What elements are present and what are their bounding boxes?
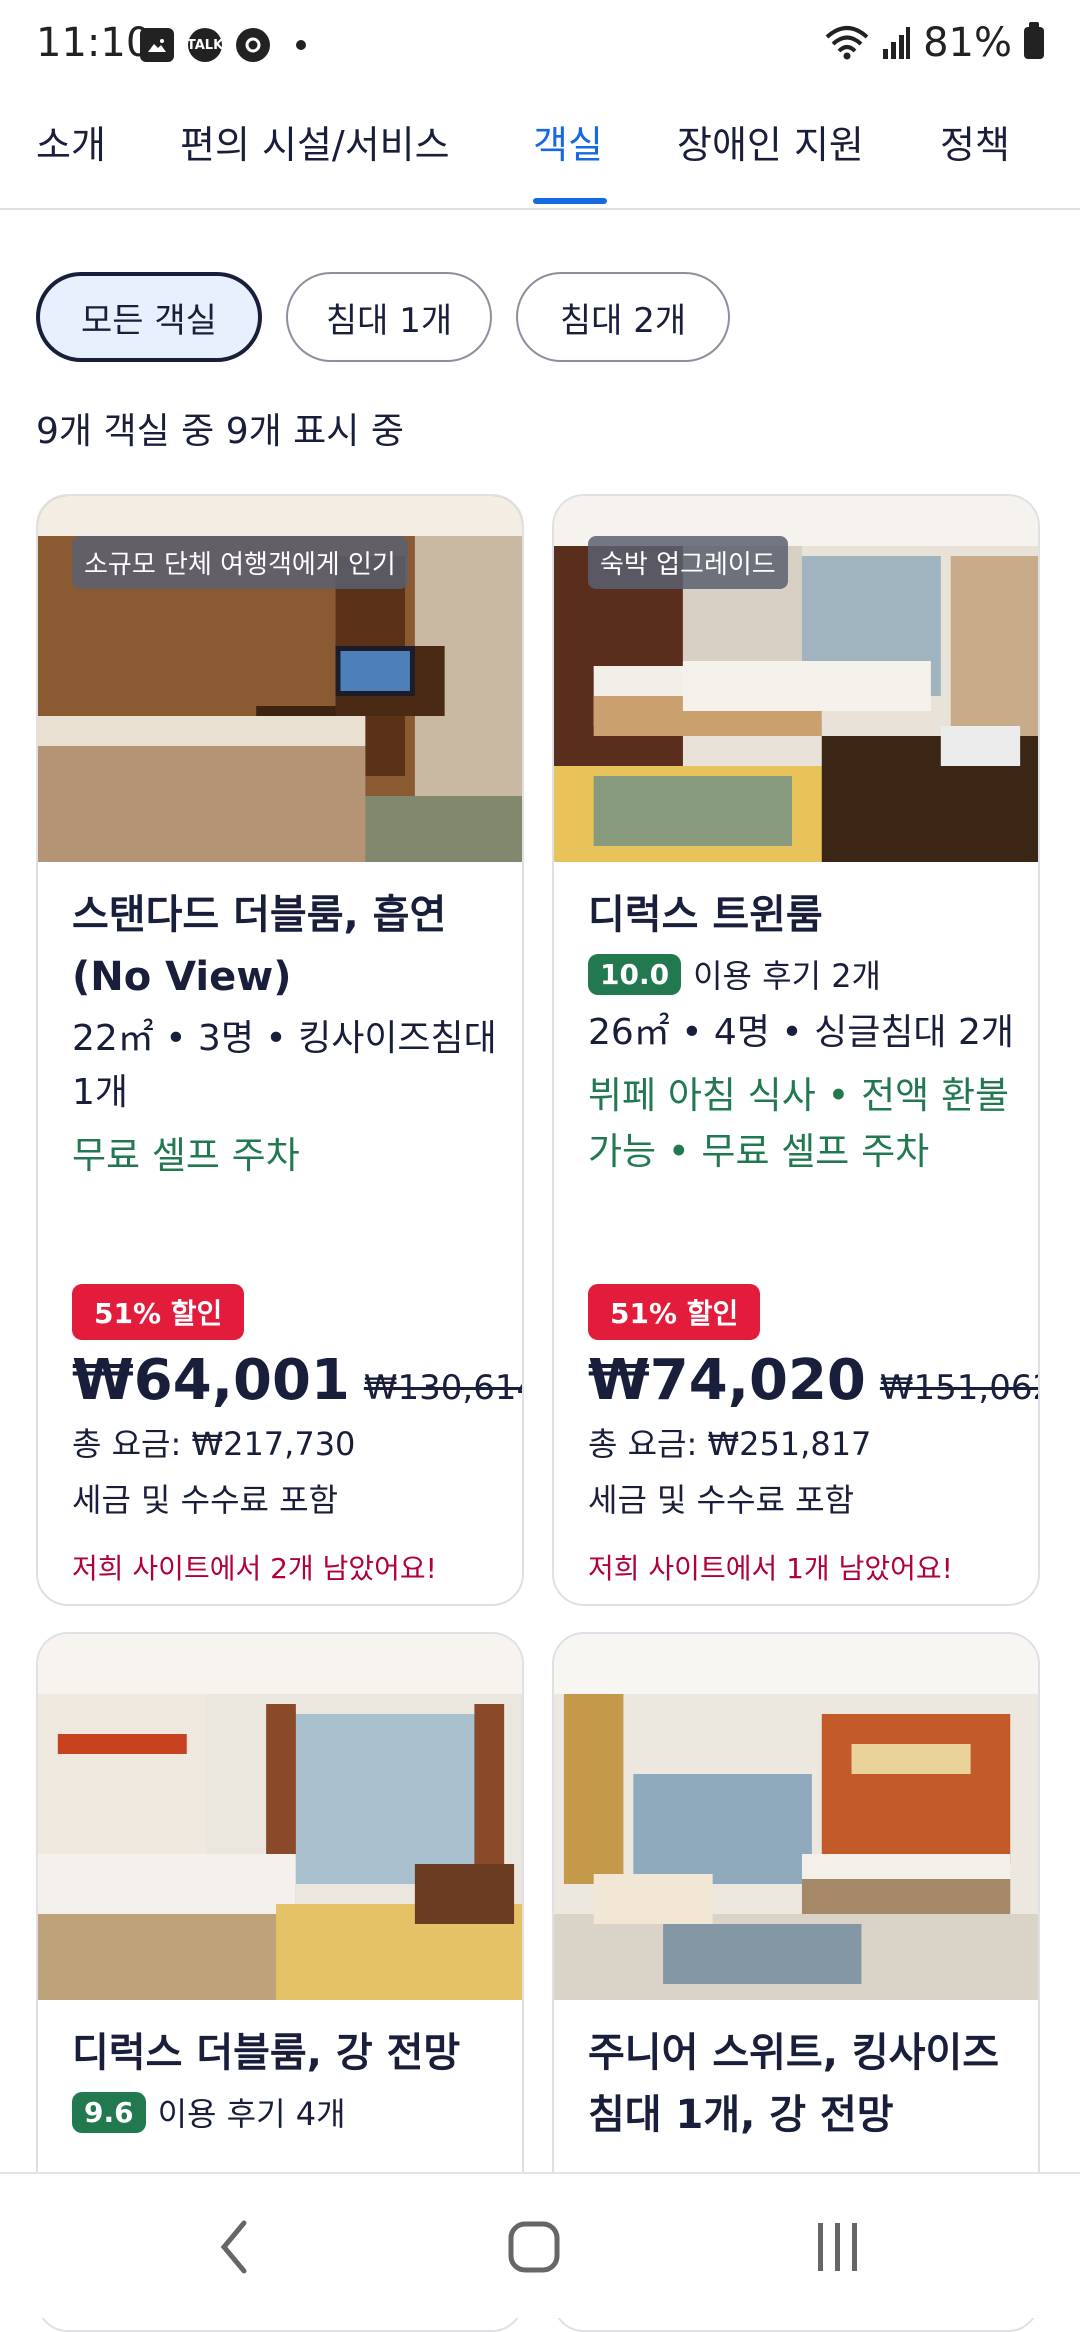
- system-nav-bar: [0, 2172, 1080, 2318]
- rating-row: 10.0 이용 후기 2개: [588, 946, 1018, 1002]
- review-count[interactable]: 이용 후기 2개: [693, 951, 881, 997]
- price-block: 51% 할인 ₩74,020 ₩151,062 총 요금: ₩251,817 세…: [588, 1284, 1038, 1587]
- availability-note: 저희 사이트에서 1개 남았어요!: [588, 1552, 953, 1585]
- rating-score: 9.6: [72, 2091, 146, 2133]
- price-row: ₩64,001 ₩130,614: [72, 1348, 522, 1413]
- room-photo[interactable]: 소규모 단체 여행객에게 인기: [38, 496, 522, 862]
- battery-percent: 81%: [923, 20, 1012, 66]
- total-price: 총 요금: ₩217,730: [72, 1425, 356, 1463]
- taxes-note: 세금 및 수수료 포함: [72, 1481, 339, 1519]
- battery-icon: [1024, 22, 1044, 59]
- room-title: 주니어 스위트, 킹사이즈침대 1개, 강 전망: [588, 2030, 1000, 2138]
- section-tabs: 소개 편의 시설/서비스 객실 장애인 지원 정책: [0, 100, 1080, 210]
- review-count[interactable]: 이용 후기 4개: [158, 2089, 346, 2135]
- discount-badge: 51% 할인: [72, 1284, 245, 1340]
- room-photo-illustration: [554, 1634, 1038, 2000]
- rating-score: 10.0: [588, 953, 682, 995]
- room-details: 디럭스 더블룸, 강 전망 9.6 이용 후기 4개: [72, 2022, 502, 2140]
- price-block: 51% 할인 ₩64,001 ₩130,614 총 요금: ₩217,730 세…: [72, 1284, 522, 1587]
- price-row: ₩74,020 ₩151,062: [588, 1348, 1038, 1413]
- home-button[interactable]: [494, 2212, 574, 2282]
- availability-note: 저희 사이트에서 2개 남았어요!: [72, 1552, 437, 1585]
- tab-amenities[interactable]: 편의 시설/서비스: [180, 114, 450, 169]
- active-tab-indicator: [533, 198, 607, 204]
- tab-rooms[interactable]: 객실: [533, 114, 603, 169]
- room-filters: 모든 객실 침대 1개 침대 2개: [36, 272, 730, 362]
- room-title: 디럭스 더블룸, 강 전망: [72, 2030, 461, 2076]
- recent-apps-button[interactable]: [798, 2212, 878, 2282]
- status-bar: 11:10 TALK 81%: [0, 0, 1080, 92]
- back-icon: [220, 2220, 247, 2274]
- filter-one-bed[interactable]: 침대 1개: [286, 272, 492, 362]
- filter-two-beds[interactable]: 침대 2개: [516, 272, 730, 362]
- notification-icons: TALK: [140, 28, 306, 62]
- room-title: 디럭스 트윈룸: [588, 892, 823, 938]
- filter-all-rooms[interactable]: 모든 객실: [36, 272, 262, 362]
- back-button[interactable]: [194, 2212, 274, 2282]
- more-notifications-dot: [296, 40, 306, 50]
- original-price: ₩151,062: [879, 1368, 1040, 1408]
- current-price: ₩74,020: [588, 1348, 866, 1413]
- room-photo-illustration: [38, 1634, 522, 2000]
- room-details: 디럭스 트윈룸 10.0 이용 후기 2개 26㎡ • 4명 • 싱글침대 2개…: [588, 884, 1018, 1180]
- tab-policies[interactable]: 정책: [940, 114, 1010, 169]
- signal-icon: [883, 27, 911, 59]
- room-photo[interactable]: [554, 1634, 1038, 2000]
- total-price: 총 요금: ₩251,817: [588, 1425, 872, 1463]
- status-time: 11:10: [36, 20, 152, 66]
- room-badge: 소규모 단체 여행객에게 인기: [72, 536, 408, 589]
- sync-icon: [236, 28, 270, 62]
- discount-badge: 51% 할인: [588, 1284, 761, 1340]
- room-details: 주니어 스위트, 킹사이즈침대 1개, 강 전망: [588, 2022, 1018, 2146]
- room-perks: 무료 셀프 주차: [72, 1134, 300, 1177]
- room-card[interactable]: 숙박 업그레이드 디럭스 트윈룸 10.0 이용 후기 2개 26㎡ • 4명 …: [552, 494, 1040, 1606]
- room-specs: 26㎡ • 4명 • 싱글침대 2개: [588, 1012, 1015, 1053]
- status-right: 81%: [825, 20, 1044, 66]
- current-price: ₩64,001: [72, 1348, 350, 1413]
- rating-row: 9.6 이용 후기 4개: [72, 2084, 502, 2140]
- room-specs: 22㎡ • 3명 • 킹사이즈침대 1개: [72, 1018, 497, 1113]
- talk-icon: TALK: [187, 28, 223, 62]
- home-icon: [508, 2221, 560, 2273]
- recent-apps-icon: [818, 2223, 857, 2271]
- room-perks: 뷔페 아침 식사 • 전액 환불 가능 • 무료 셀프 주차: [588, 1074, 1010, 1173]
- tab-intro[interactable]: 소개: [36, 114, 106, 169]
- wifi-icon: [825, 26, 869, 60]
- room-card[interactable]: 소규모 단체 여행객에게 인기 스탠다드 더블룸, 흡연 (No View) 2…: [36, 494, 524, 1606]
- room-badge: 숙박 업그레이드: [588, 536, 788, 589]
- results-count: 9개 객실 중 9개 표시 중: [36, 411, 404, 452]
- gallery-icon: [140, 28, 174, 62]
- taxes-note: 세금 및 수수료 포함: [588, 1481, 855, 1519]
- room-photo[interactable]: 숙박 업그레이드: [554, 496, 1038, 862]
- room-title: 스탠다드 더블룸, 흡연 (No View): [72, 892, 447, 1000]
- original-price: ₩130,614: [363, 1368, 524, 1408]
- tab-accessibility[interactable]: 장애인 지원: [677, 114, 864, 169]
- room-photo[interactable]: [38, 1634, 522, 2000]
- room-details: 스탠다드 더블룸, 흡연 (No View) 22㎡ • 3명 • 킹사이즈침대…: [72, 884, 502, 1184]
